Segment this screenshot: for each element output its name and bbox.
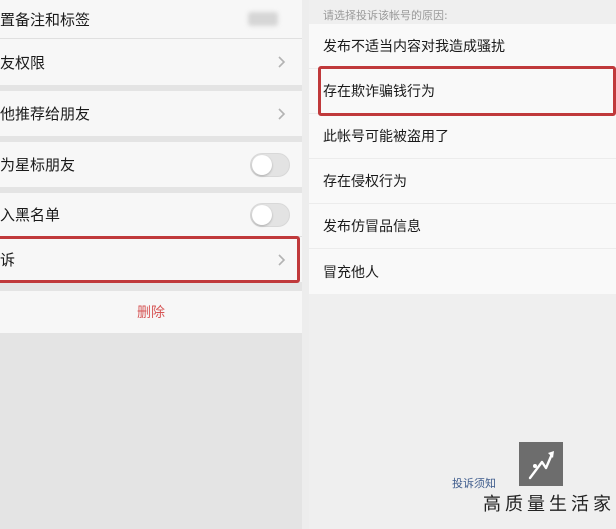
set-remark-row[interactable]: 置备注和标签: [0, 0, 302, 38]
reason-item-counterfeit[interactable]: 发布仿冒品信息: [309, 204, 616, 249]
delete-button[interactable]: 删除: [0, 291, 302, 333]
star-friend-label: 为星标朋友: [0, 156, 76, 174]
star-friend-row: 为星标朋友: [0, 142, 302, 187]
set-remark-label: 置备注和标签: [0, 10, 91, 29]
blurred-value: [248, 12, 278, 26]
watermark-brand: 高质量生活家: [483, 494, 615, 515]
recommend-to-friend-label: 他推荐给朋友: [0, 105, 91, 123]
chevron-right-icon: [278, 56, 286, 68]
reason-list: 发布不适当内容对我造成骚扰 存在欺诈骗钱行为 此帐号可能被盗用了 存在侵权行为 …: [309, 24, 616, 294]
blacklist-toggle[interactable]: [250, 202, 290, 227]
reason-label: 发布不适当内容对我造成骚扰: [323, 39, 505, 55]
complain-row[interactable]: 诉: [0, 237, 302, 282]
chevron-right-icon: [278, 107, 286, 120]
delete-label: 删除: [137, 305, 165, 321]
watermark-logo: [519, 442, 563, 486]
blacklist-row: 入黑名单: [0, 193, 302, 236]
report-hint: 请选择投诉该帐号的原因:: [323, 9, 448, 22]
reason-label: 冒充他人: [323, 264, 379, 281]
reason-item-fraud[interactable]: 存在欺诈骗钱行为: [309, 69, 616, 114]
reason-label: 存在欺诈骗钱行为: [323, 84, 435, 100]
recommend-to-friend-row[interactable]: 他推荐给朋友: [0, 91, 302, 136]
reason-item-harassment[interactable]: 发布不适当内容对我造成骚扰: [309, 24, 616, 69]
watermark-logo-icon: [528, 451, 554, 480]
reason-label: 发布仿冒品信息: [323, 219, 421, 235]
friend-permissions-label: 友权限: [0, 53, 46, 72]
reason-item-stolen-account[interactable]: 此帐号可能被盗用了: [309, 114, 616, 159]
star-friend-toggle[interactable]: [250, 152, 290, 177]
complain-label: 诉: [0, 251, 16, 269]
reason-label: 存在侵权行为: [323, 174, 407, 190]
chevron-right-icon: [278, 253, 286, 266]
report-notice-link[interactable]: 投诉须知: [452, 475, 496, 491]
reason-label: 此帐号可能被盗用了: [323, 129, 449, 145]
blacklist-label: 入黑名单: [0, 206, 61, 224]
report-reason-panel: 请选择投诉该帐号的原因: 发布不适当内容对我造成骚扰 存在欺诈骗钱行为 此帐号可…: [309, 0, 616, 529]
reason-item-impersonation[interactable]: 冒充他人: [309, 249, 616, 294]
contact-settings-panel: 置备注和标签 友权限 他推荐给朋友 为星标朋友 入黑名单 诉 删除: [0, 0, 302, 529]
reason-item-infringement[interactable]: 存在侵权行为: [309, 159, 616, 204]
friend-permissions-row[interactable]: 友权限: [0, 39, 302, 85]
